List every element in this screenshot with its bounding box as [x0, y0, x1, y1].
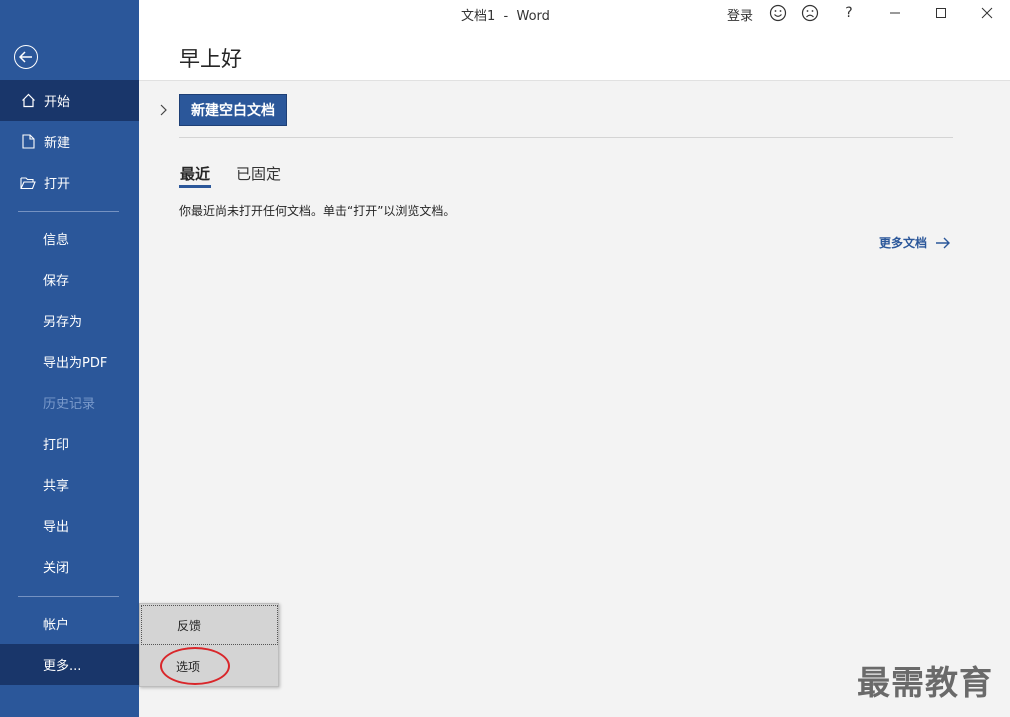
- sidebar-item-export-pdf[interactable]: 导出为PDF: [0, 341, 139, 382]
- sidebar-item-history: 历史记录: [0, 382, 139, 423]
- sidebar-item-label: 导出为PDF: [43, 356, 108, 371]
- new-blank-document-button[interactable]: 新建空白文档: [179, 94, 287, 126]
- sidebar-divider: [18, 596, 119, 597]
- page-title: 早上好: [179, 47, 242, 71]
- frown-feedback-icon[interactable]: [799, 2, 821, 24]
- window-title: 文档1 - Word: [461, 9, 550, 24]
- sidebar-item-save[interactable]: 保存: [0, 259, 139, 300]
- sidebar-item-info[interactable]: 信息: [0, 218, 139, 259]
- watermark: 最需教育: [857, 663, 993, 702]
- active-tab-indicator: [179, 185, 211, 188]
- arrow-right-icon: [936, 237, 951, 248]
- back-button[interactable]: [14, 45, 38, 69]
- sidebar-item-label: 历史记录: [43, 397, 96, 412]
- empty-state-message: 你最近尚未打开任何文档。单击“打开”以浏览文档。: [179, 204, 456, 218]
- sidebar-item-label: 信息: [43, 233, 70, 248]
- smile-feedback-icon[interactable]: [767, 2, 789, 24]
- sidebar-item-label: 另存为: [43, 315, 83, 330]
- tab-recent[interactable]: 最近: [180, 163, 210, 184]
- minimize-icon[interactable]: [884, 2, 906, 24]
- help-button[interactable]: ?: [838, 2, 860, 24]
- sidebar-item-save-as[interactable]: 另存为: [0, 300, 139, 341]
- title-bar: 文档1 - Word 登录 ?: [139, 0, 1010, 26]
- sidebar-item-label: 开始: [44, 95, 71, 110]
- section-divider: [179, 137, 953, 138]
- menu-item-options[interactable]: 选项: [141, 646, 278, 686]
- folder-open-icon: [20, 175, 36, 191]
- backstage-sidebar: 开始 新建 打开 信息 保存 另存为 导出为PDF 历史记录 打印 共享 导出 …: [0, 0, 139, 717]
- sidebar-item-share[interactable]: 共享: [0, 464, 139, 505]
- sidebar-item-label: 帐户: [43, 618, 70, 633]
- page-header: 早上好: [139, 26, 1010, 81]
- sidebar-item-account[interactable]: 帐户: [0, 603, 139, 644]
- sidebar-item-more[interactable]: 更多...: [0, 644, 139, 685]
- sidebar-item-label: 关闭: [43, 561, 70, 576]
- sidebar-item-export[interactable]: 导出: [0, 505, 139, 546]
- back-arrow-icon: [19, 51, 32, 63]
- sidebar-item-new[interactable]: 新建: [0, 121, 139, 162]
- tab-pinned[interactable]: 已固定: [236, 163, 281, 184]
- sidebar-item-label: 新建: [44, 136, 71, 151]
- sidebar-divider: [18, 211, 119, 212]
- sidebar-item-close[interactable]: 关闭: [0, 546, 139, 587]
- sidebar-item-label: 打开: [44, 177, 71, 192]
- more-options-menu: 反馈 选项: [139, 603, 279, 687]
- sidebar-item-open[interactable]: 打开: [0, 162, 139, 203]
- new-document-icon: [20, 134, 36, 150]
- sign-in-link[interactable]: 登录: [727, 5, 753, 24]
- home-icon: [20, 93, 36, 109]
- chevron-right-icon[interactable]: [158, 102, 170, 116]
- sidebar-item-label: 共享: [43, 479, 70, 494]
- sidebar-item-label: 更多...: [43, 659, 82, 674]
- sidebar-item-label: 打印: [43, 438, 70, 453]
- maximize-icon[interactable]: [930, 2, 952, 24]
- sidebar-item-home[interactable]: 开始: [0, 80, 139, 121]
- menu-item-feedback[interactable]: 反馈: [141, 605, 278, 645]
- sidebar-item-label: 导出: [43, 520, 70, 535]
- more-documents-label: 更多文档: [879, 236, 928, 250]
- sidebar-item-print[interactable]: 打印: [0, 423, 139, 464]
- sidebar-item-label: 保存: [43, 274, 70, 289]
- close-icon[interactable]: [976, 2, 998, 24]
- more-documents-link[interactable]: 更多文档: [879, 234, 951, 251]
